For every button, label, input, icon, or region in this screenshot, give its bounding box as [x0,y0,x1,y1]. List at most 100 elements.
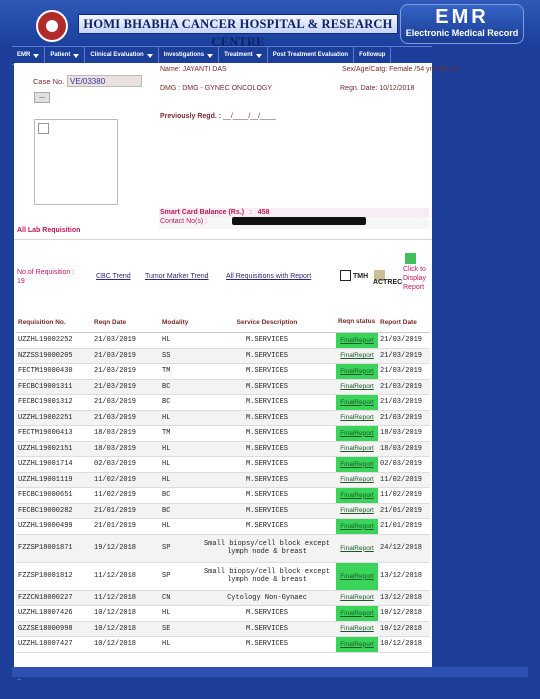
cell-svc: M.SERVICES [198,379,336,395]
cell-mod: SE [160,621,198,637]
table-row: FZZSP18001812 11/12/2018 SP Small biopsy/ce… [16,562,430,591]
final-report-link[interactable]: FinalReport [340,625,374,632]
table-row: NZZSS19000205 21/03/2019 SS M.SERVICES Final… [16,348,430,364]
cell-mod: TM [160,363,198,380]
cell-mod: CN [160,590,198,606]
cell-rep: 21/03/2019 [378,410,430,426]
reqn-status-cell: FinalReport [336,605,378,622]
final-report-link[interactable]: FinalReport [340,337,374,344]
menu-item-post-treatment-evaluation[interactable]: Post Treatment Evaluation [268,47,355,64]
tmh-checkbox[interactable] [340,270,351,281]
cell-req: UZZHL19001714 [16,456,92,473]
smart-card-value: 458 [257,209,270,216]
cell-rep: 21/03/2019 [378,394,430,411]
final-report-link[interactable]: FinalReport [340,461,374,468]
cell-svc: Small biopsy/cell block except lymph nod… [198,562,336,591]
cell-mod: SP [160,562,198,591]
cell-mod: HL [160,518,198,535]
hospital-name: HOMI BHABHA CANCER HOSPITAL & RESEARCH C… [78,14,398,49]
cell-svc: M.SERVICES [198,605,336,622]
broken-image-icon [38,123,49,134]
final-report-link[interactable]: FinalReport [340,594,374,601]
menu-item-clinical-evaluation[interactable]: Clinical Evaluation [85,47,159,64]
menu-item-followup[interactable]: Followup [354,47,392,64]
final-report-link[interactable]: FinalReport [340,641,374,648]
cell-rep: 21/03/2019 [378,363,430,380]
table-row: FECBC19001312 21/03/2019 BC M.SERVICES Final… [16,394,430,411]
cell-rep: 10/12/2018 [378,605,430,622]
smart-card-label: Smart Card Balance (Rs.) : 458 [160,209,270,216]
cell-date: 21/03/2019 [92,410,160,426]
main-panel: Case No. VE/03380 ... Name: JAYANTI DAS … [14,63,460,667]
reqn-status-cell: FinalReport [336,472,378,488]
link-cbc-trend[interactable]: CBC Trend [96,273,131,280]
cell-req: GZZSE18000998 [16,621,92,637]
header-service-description: Service Description [198,312,336,333]
cell-date: 11/02/2019 [92,487,160,504]
final-report-link[interactable]: FinalReport [340,573,374,580]
reqn-status-cell: FinalReport [336,636,378,653]
case-lookup-button[interactable]: ... [34,92,50,103]
link-tumor-marker-trend[interactable]: Tumor Marker Trend [145,273,209,280]
final-report-link[interactable]: FinalReport [340,476,374,483]
cell-mod: SP [160,534,198,563]
link-all-requisitions[interactable]: All Requisitions with Report [226,273,311,280]
cell-svc: M.SERVICES [198,487,336,504]
final-report-link[interactable]: FinalReport [340,414,374,421]
case-no-field[interactable]: VE/03380 [67,75,142,87]
header-modality: Modality [160,312,198,333]
final-report-link[interactable]: FinalReport [340,610,374,617]
cell-rep: 18/03/2019 [378,441,430,457]
reqn-status-cell: FinalReport [336,332,378,349]
table-row: UZZHL19000499 21/01/2019 HL M.SERVICES Final… [16,518,430,535]
final-report-link[interactable]: FinalReport [340,492,374,499]
final-report-link[interactable]: FinalReport [340,523,374,530]
cell-mod: BC [160,487,198,504]
regn-date-label: Regn. Date: 10/12/2018 [340,85,415,92]
cell-rep: 13/12/2018 [378,562,430,591]
cell-mod: HL [160,441,198,457]
reqn-status-cell: FinalReport [336,379,378,395]
cell-req: NZZSS19000205 [16,348,92,364]
cell-rep: 10/12/2018 [378,636,430,653]
cell-req: FECBC19000282 [16,503,92,519]
cell-date: 10/12/2018 [92,621,160,637]
prev-regd-value: __/____/__/____ [223,113,276,120]
final-report-link[interactable]: FinalReport [340,352,374,359]
cell-mod: BC [160,503,198,519]
emr-badge: EMR Electronic Medical Record [400,4,524,44]
final-report-link[interactable]: FinalReport [340,545,374,552]
table-row: FECBC19000651 11/02/2019 BC M.SERVICES Final… [16,487,430,504]
final-report-link[interactable]: FinalReport [340,399,374,406]
click-to-display-label: Click to Display Report [403,266,426,291]
table-row: FECBC19001311 21/03/2019 BC M.SERVICES Final… [16,379,430,395]
final-report-swatch [405,253,416,264]
table-row: UZZHL18007426 10/12/2018 HL M.SERVICES Final… [16,605,430,622]
table-row: UZZHL18007427 10/12/2018 HL M.SERVICES Final… [16,636,430,653]
table-row: UZZHL19001119 11/02/2019 HL M.SERVICES Final… [16,472,430,488]
cell-svc: M.SERVICES [198,332,336,349]
cell-mod: HL [160,456,198,473]
table-row: UZZHL19002151 18/03/2019 HL M.SERVICES Final… [16,441,430,457]
hospital-logo [36,10,68,42]
cell-svc: M.SERVICES [198,410,336,426]
chevron-down-icon [33,53,40,58]
reqn-status-cell: FinalReport [336,503,378,519]
final-report-link[interactable]: FinalReport [340,430,374,437]
menu-item-investigations[interactable]: Investigations [159,47,220,64]
final-report-link[interactable]: FinalReport [340,368,374,375]
cell-svc: M.SERVICES [198,621,336,637]
table-row: GZZSE18000998 10/12/2018 SE M.SERVICES Final… [16,621,430,637]
menu-item-treatment[interactable]: Treatment [219,47,268,64]
reqn-status-cell: FinalReport [336,394,378,411]
reqn-status-cell: FinalReport [336,363,378,380]
cell-svc: M.SERVICES [198,636,336,653]
final-report-link[interactable]: FinalReport [340,383,374,390]
cell-svc: M.SERVICES [198,518,336,535]
redacted-contact [232,217,366,225]
final-report-link[interactable]: FinalReport [340,445,374,452]
menu-item-emr[interactable]: EMR [12,47,46,64]
chevron-down-icon [73,53,80,58]
final-report-link[interactable]: FinalReport [340,507,374,514]
menu-item-patient[interactable]: Patient [45,47,86,64]
